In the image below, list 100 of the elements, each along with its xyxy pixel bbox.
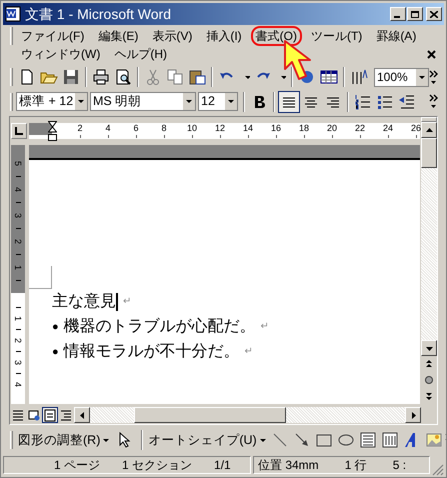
ruler-number: 4 bbox=[106, 124, 110, 133]
ruler-number: 4 bbox=[14, 187, 22, 192]
scroll-up-icon bbox=[426, 126, 432, 134]
ruler-number: 14 bbox=[243, 124, 253, 133]
maximize-button[interactable] bbox=[407, 7, 423, 21]
toolbar-options-icon[interactable] bbox=[429, 70, 438, 84]
paragraph-mark: ↵ bbox=[260, 320, 269, 334]
arrow-icon[interactable] bbox=[292, 431, 311, 449]
scroll-thumb[interactable] bbox=[421, 138, 437, 168]
status-text: 5 : bbox=[392, 457, 406, 473]
font-size-value: 12 bbox=[200, 93, 216, 110]
line-icon[interactable] bbox=[270, 431, 289, 449]
ruler-margin bbox=[29, 123, 52, 135]
copy-icon[interactable] bbox=[166, 68, 184, 86]
ruler-number: 6 bbox=[134, 124, 138, 133]
text-cursor bbox=[116, 293, 118, 311]
scroll-down-button[interactable] bbox=[421, 340, 437, 356]
resize-grip-icon[interactable] bbox=[432, 464, 444, 476]
style-field[interactable]: 標準 + 12 bbox=[16, 92, 88, 111]
zoom-field[interactable]: 100% bbox=[374, 68, 429, 86]
tab-selector-button[interactable] bbox=[11, 123, 27, 139]
vertical-text-box-icon[interactable] bbox=[380, 431, 399, 449]
print-preview-icon[interactable] bbox=[114, 68, 132, 86]
decrease-indent-icon[interactable] bbox=[398, 92, 416, 110]
align-left-button[interactable] bbox=[278, 90, 300, 112]
dropdown-arrow-icon bbox=[102, 436, 110, 444]
indent-marker-icon[interactable] bbox=[48, 121, 57, 141]
ruler-number: 18 bbox=[299, 124, 309, 133]
scroll-left-icon bbox=[78, 412, 86, 418]
toolbar-options-icon[interactable] bbox=[429, 94, 438, 109]
paragraph-text: 主な意見 bbox=[52, 293, 116, 311]
picture-icon[interactable] bbox=[424, 431, 443, 449]
ruler-number: 26 bbox=[411, 124, 421, 133]
table-icon[interactable] bbox=[320, 68, 338, 86]
menu-item[interactable]: 編集(E) bbox=[93, 26, 144, 46]
print-view-icon bbox=[43, 408, 57, 422]
scroll-left-button[interactable] bbox=[74, 407, 90, 423]
zoom-value: 100% bbox=[376, 69, 409, 86]
status-text: 1 ページ bbox=[54, 457, 100, 474]
scroll-down-icon bbox=[426, 344, 432, 352]
menu-item[interactable]: ウィンドウ(W) bbox=[16, 44, 106, 64]
autoshapes-menu-button[interactable]: オートシェイプ(U) bbox=[146, 430, 269, 450]
menu-item[interactable]: ツール(T) bbox=[306, 26, 368, 46]
maximize-icon bbox=[411, 10, 419, 18]
ruler-number: 10 bbox=[187, 124, 197, 133]
ruler-number: 2 bbox=[14, 239, 22, 244]
margin-corner-mark bbox=[29, 266, 52, 289]
status-text: 1 セクション bbox=[122, 457, 192, 474]
font-size-field[interactable]: 12 bbox=[198, 92, 238, 111]
scroll-thumb[interactable] bbox=[134, 407, 286, 423]
status-text: 1 行 bbox=[344, 457, 367, 473]
menu-item[interactable]: 罫線(A) bbox=[371, 26, 422, 46]
print-view-button[interactable] bbox=[42, 407, 58, 423]
columns-icon[interactable] bbox=[350, 68, 368, 86]
save-icon[interactable] bbox=[62, 68, 80, 86]
draw-menu-button[interactable]: 図形の調整(R) bbox=[16, 430, 112, 450]
ruler-number: 22 bbox=[355, 124, 365, 133]
paste-icon[interactable] bbox=[188, 68, 206, 86]
printer-icon[interactable] bbox=[92, 68, 110, 86]
ruler-number: 1 bbox=[14, 316, 22, 321]
paragraph-mark: ↵ bbox=[123, 295, 131, 309]
scroll-right-button[interactable] bbox=[405, 407, 421, 423]
document-icon bbox=[5, 6, 21, 22]
status-text: 位置 34mm bbox=[258, 457, 319, 473]
minimize-button[interactable] bbox=[390, 7, 406, 21]
close-icon bbox=[430, 10, 438, 18]
paragraph-text: 情報モラルが不十分だ。 bbox=[64, 343, 240, 361]
scissors-icon[interactable] bbox=[144, 68, 162, 86]
ruler-number: 2 bbox=[78, 124, 82, 133]
dropdown-arrow-icon bbox=[258, 436, 267, 444]
ruler-number: 5 bbox=[14, 161, 22, 166]
ruler-number: 4 bbox=[14, 382, 22, 387]
web-view-icon bbox=[27, 408, 41, 422]
select-pointer-icon[interactable] bbox=[118, 432, 132, 448]
menu-item[interactable]: ファイル(F) bbox=[16, 26, 90, 46]
scroll-right-icon bbox=[410, 412, 416, 418]
font-value: MS 明朝 bbox=[92, 93, 142, 110]
close-button[interactable] bbox=[426, 7, 442, 21]
outline-view-icon bbox=[59, 408, 73, 422]
ruler-number: 20 bbox=[327, 124, 337, 133]
close-icon[interactable] bbox=[427, 50, 436, 58]
left-tab-icon bbox=[15, 127, 23, 135]
menu-item[interactable]: 挿入(I) bbox=[201, 26, 247, 46]
normal-view-icon bbox=[11, 408, 25, 422]
ruler-number: 3 bbox=[14, 213, 22, 218]
menu-item[interactable]: ヘルプ(H) bbox=[109, 44, 172, 64]
bullet: ● bbox=[52, 320, 59, 335]
style-value: 標準 + 12 bbox=[18, 93, 74, 110]
ruler-number: 8 bbox=[162, 124, 166, 133]
ruler-number: 12 bbox=[215, 124, 225, 133]
numbered-list-icon[interactable] bbox=[354, 92, 372, 110]
menu-item[interactable]: 表示(V) bbox=[147, 26, 198, 46]
font-field[interactable]: MS 明朝 bbox=[90, 92, 196, 111]
ruler-number: 2 bbox=[14, 338, 22, 343]
paragraph-text: 機器のトラブルが心配だ。 bbox=[64, 318, 256, 336]
ruler-number: 16 bbox=[271, 124, 281, 133]
split-handle[interactable] bbox=[421, 117, 437, 122]
scroll-up-button[interactable] bbox=[421, 122, 437, 138]
text-box-icon[interactable] bbox=[358, 431, 377, 449]
paragraph-mark: ↵ bbox=[244, 345, 253, 359]
